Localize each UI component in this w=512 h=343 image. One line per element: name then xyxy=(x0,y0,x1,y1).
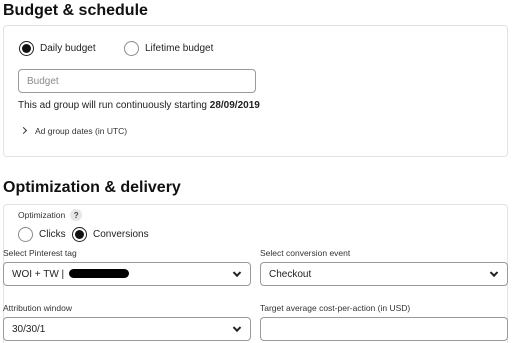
help-icon[interactable]: ? xyxy=(70,209,83,221)
conversion-event-label: Select conversion event xyxy=(260,248,351,258)
pinterest-tag-label: Select Pinterest tag xyxy=(3,248,77,258)
conversion-event-value: Checkout xyxy=(269,268,312,280)
pinterest-tag-value: WOI + TW | xyxy=(12,269,129,280)
budget-card: Daily budget Lifetime budget Budget This… xyxy=(3,25,508,157)
daily-budget-option[interactable]: Daily budget xyxy=(19,41,96,56)
conversion-event-select[interactable]: Checkout xyxy=(260,262,508,286)
chevron-down-icon xyxy=(489,268,499,278)
chevron-right-icon xyxy=(19,126,28,134)
optimization-delivery-heading: Optimization & delivery xyxy=(3,179,181,196)
daily-budget-radio[interactable] xyxy=(19,41,34,56)
daily-budget-label: Daily budget xyxy=(40,43,96,54)
schedule-date: 28/09/2019 xyxy=(209,100,260,111)
chevron-down-icon xyxy=(232,268,242,278)
budget-placeholder: Budget xyxy=(27,75,59,87)
lifetime-budget-option[interactable]: Lifetime budget xyxy=(124,41,213,56)
clicks-label: Clicks xyxy=(39,229,66,240)
budget-input[interactable]: Budget xyxy=(18,69,256,93)
conversions-label: Conversions xyxy=(93,229,149,240)
ad-group-dates-toggle[interactable]: Ad group dates (in UTC) xyxy=(19,126,128,136)
attribution-window-select[interactable]: 30/30/1 xyxy=(3,317,251,341)
target-cpa-input[interactable] xyxy=(260,317,508,341)
budget-schedule-heading: Budget & schedule xyxy=(3,2,148,19)
optimization-label-row: Optimization ? xyxy=(18,209,83,221)
chevron-down-icon xyxy=(232,323,242,333)
attribution-window-label: Attribution window xyxy=(3,303,72,313)
ad-group-dates-label: Ad group dates (in UTC) xyxy=(35,126,128,136)
clicks-radio[interactable] xyxy=(18,227,33,242)
target-cpa-label: Target average cost-per-action (in USD) xyxy=(260,303,411,313)
conversions-option[interactable]: Conversions xyxy=(72,227,149,242)
lifetime-budget-radio[interactable] xyxy=(124,41,139,56)
pinterest-tag-select[interactable]: WOI + TW | xyxy=(3,262,251,286)
attribution-window-value: 30/30/1 xyxy=(12,323,46,335)
schedule-note: This ad group will run continuously star… xyxy=(18,100,260,111)
clicks-option[interactable]: Clicks xyxy=(18,227,66,242)
optimization-label: Optimization xyxy=(18,210,66,220)
conversions-radio[interactable] xyxy=(72,227,87,242)
lifetime-budget-label: Lifetime budget xyxy=(145,43,214,54)
redaction-bar xyxy=(68,269,129,279)
